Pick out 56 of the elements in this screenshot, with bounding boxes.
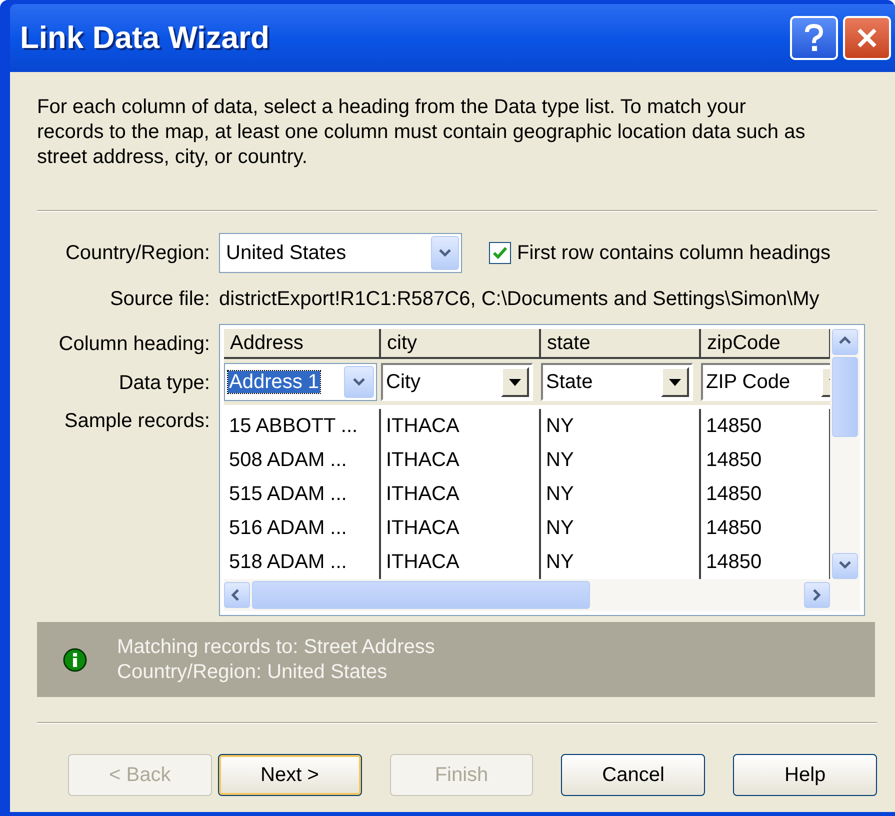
- source-file-path: districtExport!R1C1:R587C6, C:\Documents and Settings\Simon\My: [219, 287, 820, 312]
- window-title: Link Data Wizard: [20, 18, 270, 57]
- info-icon: [63, 648, 87, 672]
- table-cell-text: ITHACA: [385, 414, 460, 439]
- grid-row-label: Column heading:: [58, 332, 210, 357]
- table-cell-text: NY: [545, 516, 575, 541]
- table-cell-text: ITHACA: [385, 550, 460, 575]
- country-label: Country/Region:: [64, 241, 211, 266]
- dropdown-arrow-icon: [509, 378, 521, 386]
- scroll-down-button[interactable]: [832, 553, 858, 579]
- table-cell-text: ITHACA: [385, 482, 460, 507]
- horizontal-scrollbar[interactable]: [224, 579, 830, 611]
- table-cell-text: 14850: [705, 414, 763, 439]
- close-button[interactable]: [843, 16, 891, 60]
- help-title-button[interactable]: [790, 16, 838, 60]
- question-mark-icon: [803, 23, 825, 53]
- data-type-dropdown[interactable]: ZIP Code: [701, 363, 830, 401]
- intro-text: For each column of data, select a heading from the Data type list. To match your records to the map, at least one column must contain geographic location data such as street address, city, or country.: [37, 95, 806, 170]
- close-icon: [855, 26, 879, 50]
- table-cell-text: 518 ADAM ...: [228, 550, 348, 575]
- table-cell-text: 508 ADAM ...: [228, 448, 348, 473]
- table-cell-text: 515 ADAM ...: [228, 482, 348, 507]
- scroll-up-button[interactable]: [832, 329, 858, 355]
- dialog-button[interactable]: Cancel: [561, 754, 706, 796]
- first-row-checkbox[interactable]: [489, 242, 511, 264]
- table-cell-text: ITHACA: [385, 448, 460, 473]
- info-text: Country/Region: United States: [117, 660, 388, 684]
- scrollbar-thumb[interactable]: [252, 581, 590, 609]
- table-cell-text: ITHACA: [385, 516, 460, 541]
- table-cell-text: NY: [545, 482, 575, 507]
- grid-row-label: Sample records:: [64, 409, 210, 434]
- table-cell-text: 516 ADAM ...: [228, 516, 348, 541]
- scroll-left-button[interactable]: [224, 582, 250, 608]
- dialog-button[interactable]: Next >: [218, 754, 362, 796]
- checkmark-icon: [492, 245, 508, 261]
- source-file-label: Source file:: [108, 287, 211, 312]
- country-dropdown[interactable]: United States: [219, 233, 462, 273]
- table-cell-text: 14850: [705, 448, 763, 473]
- data-type-dropdown[interactable]: Address 1: [224, 363, 377, 401]
- table-cell-text: NY: [545, 550, 575, 575]
- data-type-dropdown[interactable]: State: [541, 363, 693, 401]
- scrollbar-thumb[interactable]: [832, 357, 858, 437]
- table-cell-text: NY: [545, 448, 575, 473]
- grid-row-label: Data type:: [118, 371, 210, 396]
- dialog-button[interactable]: Help: [733, 754, 877, 796]
- table-cell-text: NY: [545, 414, 575, 439]
- table-cell-text: 15 ABBOTT ...: [228, 414, 359, 439]
- data-type-dropdown[interactable]: City: [381, 363, 533, 401]
- vertical-scrollbar[interactable]: [830, 329, 860, 611]
- info-text: Matching records to: Street Address: [117, 634, 435, 660]
- table-cell-text: 14850: [705, 482, 763, 507]
- dropdown-arrow-icon: [669, 378, 681, 386]
- scroll-right-button[interactable]: [804, 582, 830, 608]
- table-cell-text: 14850: [705, 550, 763, 575]
- table-cell-text: 14850: [705, 516, 763, 541]
- first-row-label: First row contains column headings: [517, 241, 830, 266]
